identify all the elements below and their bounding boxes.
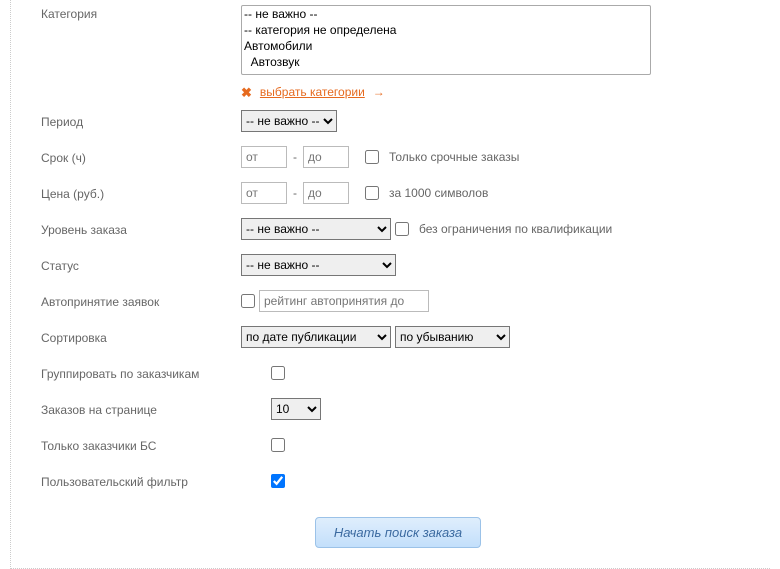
select-categories-link[interactable]: выбрать категории (260, 85, 365, 99)
clear-categories-icon[interactable]: ✖ (241, 86, 252, 99)
arrow-right-icon: → (373, 85, 385, 99)
label-status: Статус (41, 257, 241, 273)
row-level: Уровень заказа -- не важно -- без ограни… (41, 211, 755, 247)
row-sorting: Сортировка по дате публикации по убывани… (41, 319, 755, 355)
per1000-checkbox[interactable] (365, 186, 379, 200)
urgent-checkbox[interactable] (365, 150, 379, 164)
autoaccept-checkbox[interactable] (241, 294, 255, 308)
per-page-select[interactable]: 10 (271, 398, 321, 420)
label-period: Период (41, 113, 241, 129)
category-listbox[interactable]: -- не важно ---- категория не определена… (241, 5, 651, 75)
dash: - (291, 150, 299, 164)
label-autoaccept: Автопринятие заявок (41, 293, 241, 309)
price-from-input[interactable] (241, 182, 287, 204)
row-price: Цена (руб.) - за 1000 символов (41, 175, 755, 211)
label-category: Категория (41, 5, 241, 21)
level-select[interactable]: -- не важно -- (241, 218, 391, 240)
per1000-label: за 1000 символов (389, 186, 488, 200)
label-only-bs: Только заказчики БС (41, 437, 271, 453)
deadline-from-input[interactable] (241, 146, 287, 168)
noqual-checkbox[interactable] (395, 222, 409, 236)
group-checkbox[interactable] (271, 366, 285, 380)
status-select[interactable]: -- не важно -- (241, 254, 396, 276)
select-categories-row: ✖ выбрать категории → (241, 85, 385, 99)
deadline-to-input[interactable] (303, 146, 349, 168)
search-filter-panel: Категория -- не важно ---- категория не … (10, 0, 770, 569)
price-to-input[interactable] (303, 182, 349, 204)
label-deadline: Срок (ч) (41, 149, 241, 165)
user-filter-checkbox[interactable] (271, 474, 285, 488)
row-autoaccept: Автопринятие заявок (41, 283, 755, 319)
row-deadline: Срок (ч) - Только срочные заказы (41, 139, 755, 175)
row-category: Категория -- не важно ---- категория не … (41, 5, 755, 103)
urgent-label: Только срочные заказы (389, 150, 519, 164)
label-group: Группировать по заказчикам (41, 365, 271, 381)
period-select[interactable]: -- не важно -- (241, 110, 337, 132)
sort-dir-select[interactable]: по убыванию (395, 326, 510, 348)
sort-field-select[interactable]: по дате публикации (241, 326, 391, 348)
row-per-page: Заказов на странице 10 (41, 391, 755, 427)
label-price: Цена (руб.) (41, 185, 241, 201)
row-user-filter: Пользовательский фильтр (41, 463, 755, 499)
submit-row: Начать поиск заказа (41, 517, 755, 548)
row-status: Статус -- не важно -- (41, 247, 755, 283)
row-only-bs: Только заказчики БС (41, 427, 755, 463)
autoaccept-rating-input[interactable] (259, 290, 429, 312)
row-period: Период -- не важно -- (41, 103, 755, 139)
row-group: Группировать по заказчикам (41, 355, 755, 391)
label-level: Уровень заказа (41, 221, 241, 237)
label-sorting: Сортировка (41, 329, 241, 345)
noqual-label: без ограничения по квалификации (419, 222, 612, 236)
label-per-page: Заказов на странице (41, 401, 271, 417)
start-search-button[interactable]: Начать поиск заказа (315, 517, 481, 548)
dash: - (291, 186, 299, 200)
only-bs-checkbox[interactable] (271, 438, 285, 452)
label-user-filter: Пользовательский фильтр (41, 473, 271, 489)
